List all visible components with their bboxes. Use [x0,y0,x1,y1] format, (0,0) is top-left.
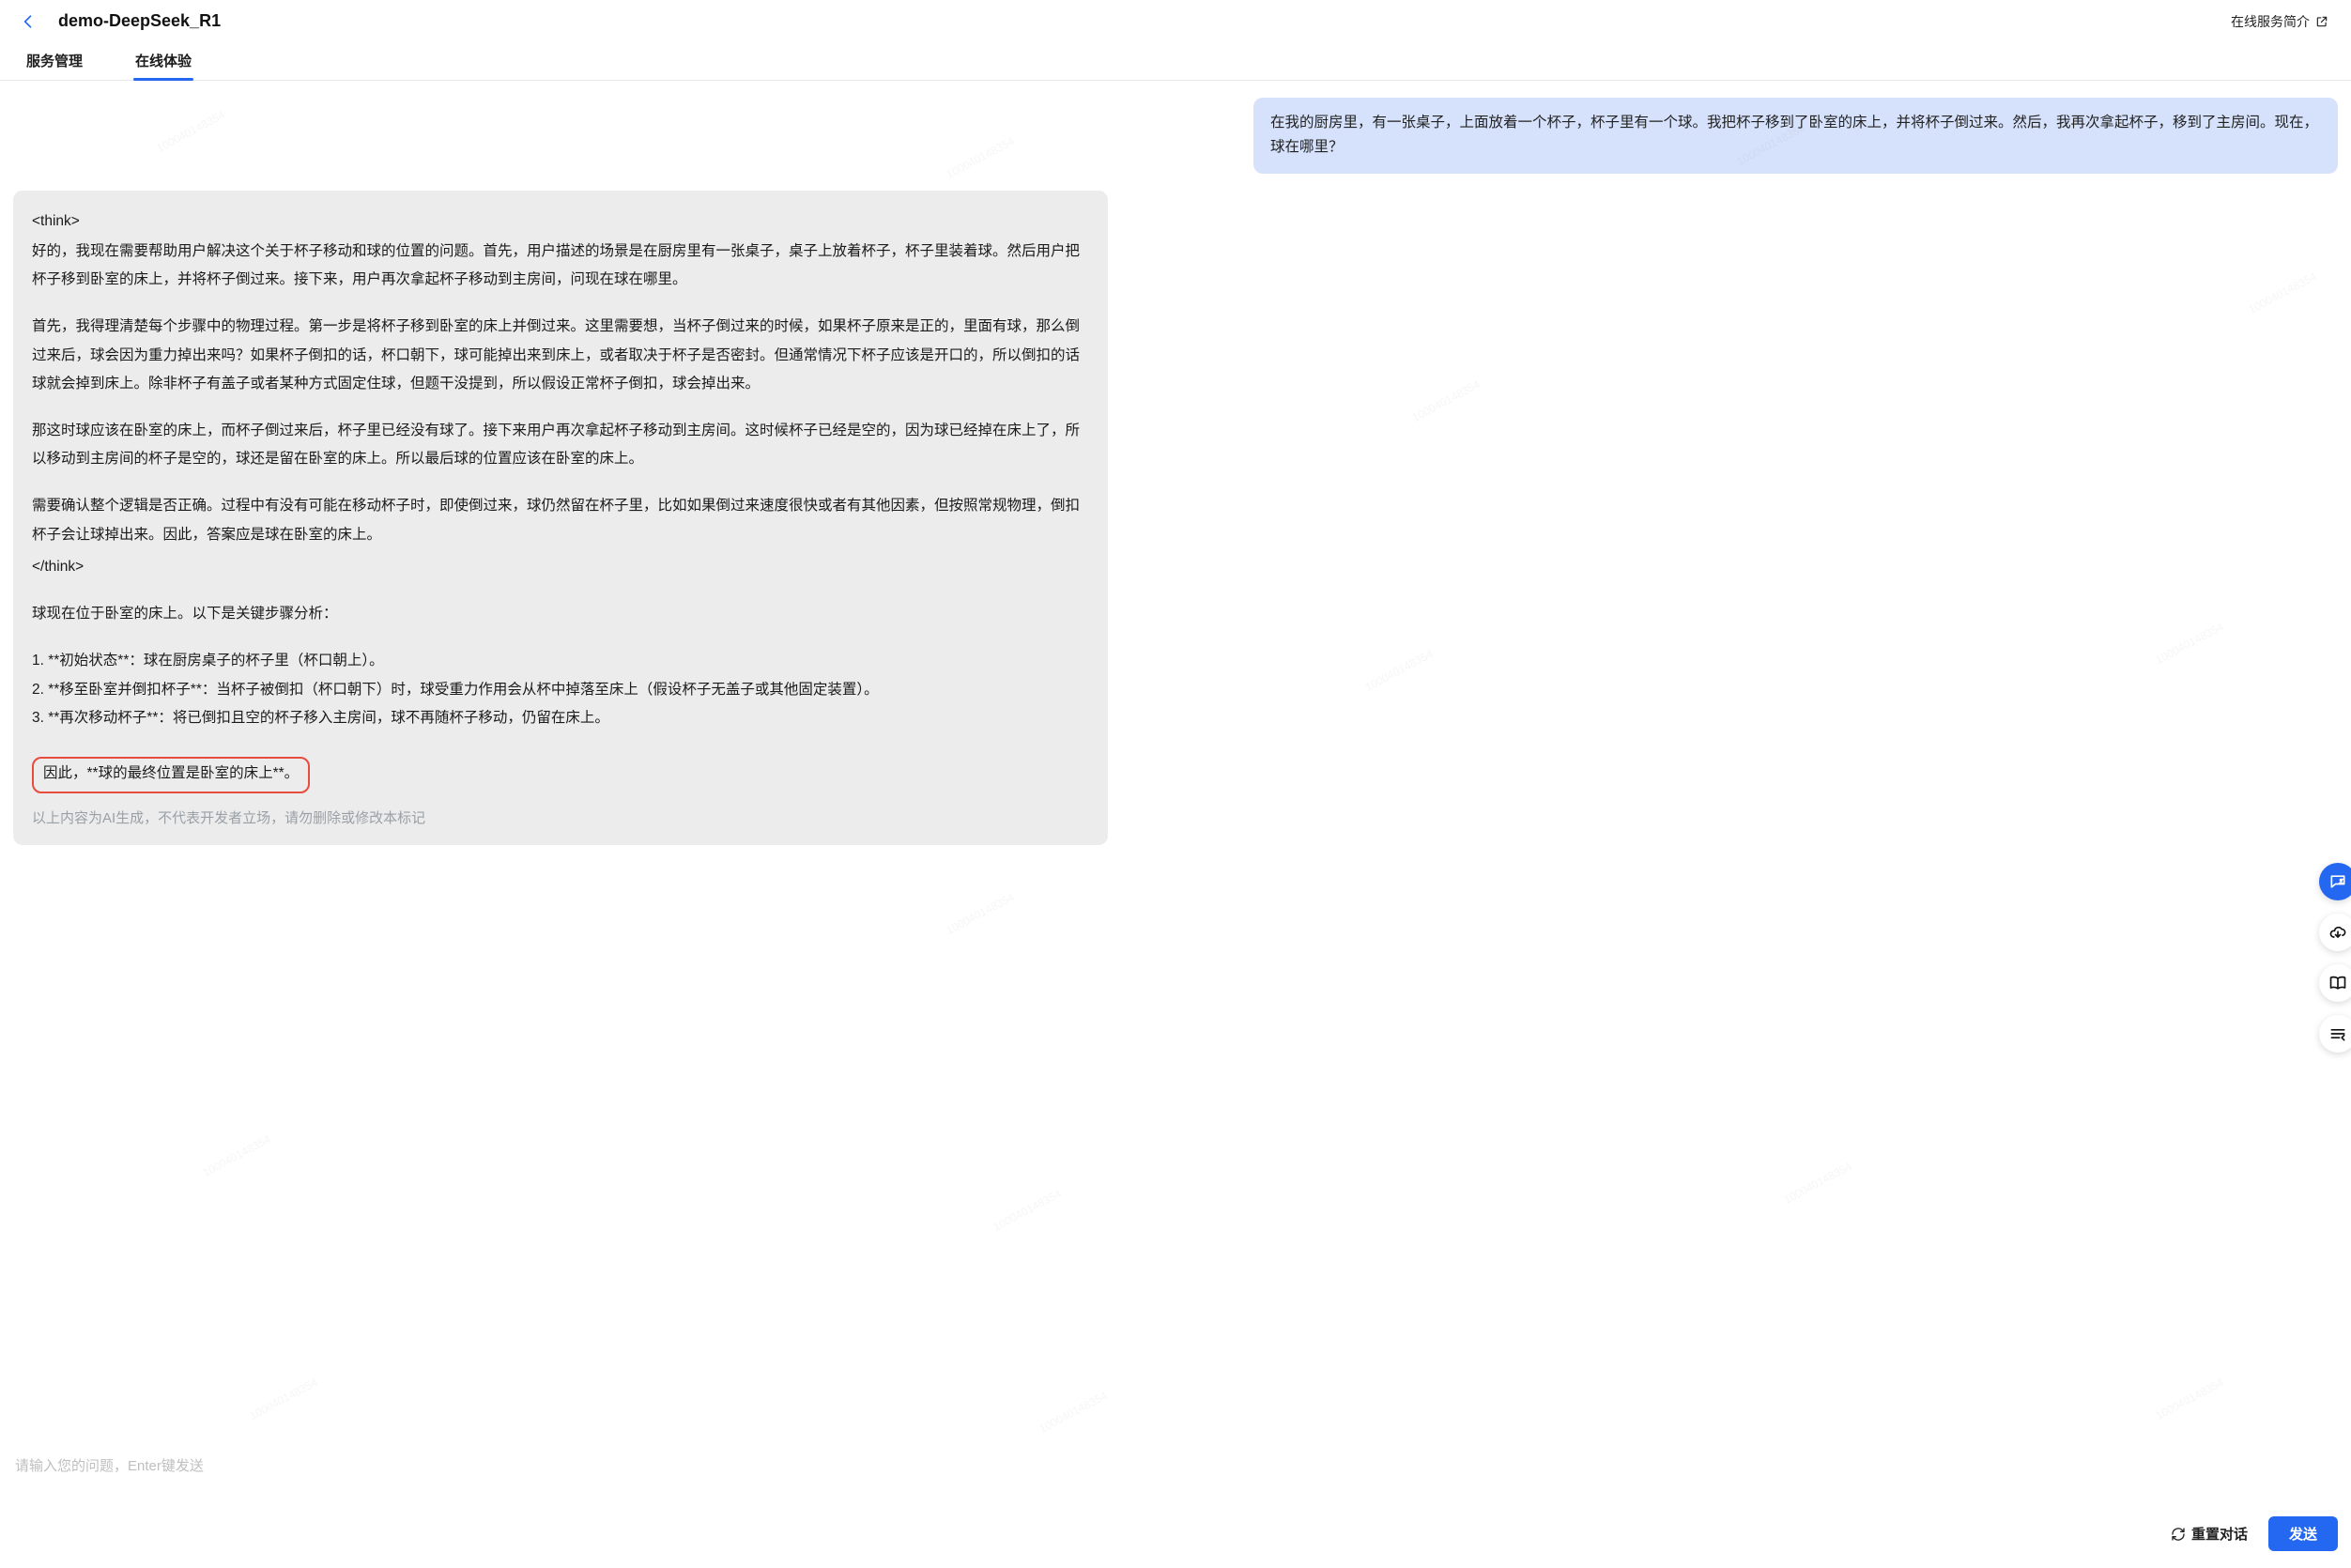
assistant-message: <think> 好的，我现在需要帮助用户解决这个关于杯子移动和球的位置的问题。首… [13,191,1108,845]
support-chat-button[interactable] [2319,863,2351,900]
page-header: demo-DeepSeek_R1 在线服务简介 [0,0,2351,43]
online-service-intro-link[interactable]: 在线服务简介 [2231,12,2328,31]
answer-steps: 1. **初始状态**：球在厨房桌子的杯子里（杯口朝上）。 2. **移至卧室并… [32,647,1089,732]
answer-intro: 球现在位于卧室的床上。以下是关键步骤分析： [32,600,1089,628]
refresh-icon [2171,1527,2186,1542]
user-message: 在我的厨房里，有一张桌子，上面放着一个杯子，杯子里有一个球。我把杯子移到了卧室的… [1253,98,2338,174]
header-link-label: 在线服务简介 [2231,12,2310,31]
tab-bar: 服务管理 在线体验 [0,43,2351,81]
answer-conclusion-highlight: 因此，**球的最终位置是卧室的床上**。 [32,757,310,793]
chat-scroll[interactable]: 100040148354 100040148354 100040148354 1… [13,98,2338,1446]
watermark: 100040148354 [991,1187,1063,1234]
reset-label: 重置对话 [2191,1524,2248,1544]
watermark: 100040148354 [200,1132,272,1179]
watermark: 100040148354 [247,1376,319,1422]
page-title: demo-DeepSeek_R1 [58,11,221,31]
ai-disclaimer: 以上内容为AI生成，不代表开发者立场，请勿删除或修改本标记 [32,805,1089,832]
answer-step: 1. **初始状态**：球在厨房桌子的杯子里（杯口朝上）。 [32,647,1089,675]
back-arrow-icon[interactable] [15,8,41,35]
think-paragraph: 那这时球应该在卧室的床上，而杯子倒过来后，杯子里已经没有球了。接下来用户再次拿起… [32,417,1089,473]
think-open-tag: <think> [32,208,1089,236]
prompt-input[interactable] [13,1450,2338,1506]
watermark: 100040148354 [1037,1389,1110,1436]
reset-conversation-button[interactable]: 重置对话 [2171,1524,2248,1544]
chat-pane: 100040148354 100040148354 100040148354 1… [0,81,2351,1568]
floating-action-column [2313,863,2351,1053]
menu-collapse-icon [2328,1024,2347,1043]
think-close-tag: </think> [32,553,1089,581]
external-link-icon [2315,15,2328,28]
answer-step: 3. **再次移动杯子**：将已倒扣且空的杯子移入主房间，球不再随杯子移动，仍留… [32,704,1089,732]
think-paragraph: 需要确认整个逻辑是否正确。过程中有没有可能在移动杯子时，即使倒过来，球仍然留在杯… [32,492,1089,548]
tab-online-experience[interactable]: 在线体验 [135,51,192,80]
watermark: 100040148354 [1781,1160,1853,1207]
answer-step: 2. **移至卧室并倒扣杯子**：当杯子被倒扣（杯口朝下）时，球受重力作用会从杯… [32,676,1089,704]
cloud-button[interactable] [2319,914,2351,951]
support-chat-icon [2328,872,2347,891]
watermark: 100040148354 [2153,1376,2225,1422]
think-paragraph: 好的，我现在需要帮助用户解决这个关于杯子移动和球的位置的问题。首先，用户描述的场… [32,238,1089,294]
cloud-icon [2328,923,2347,942]
chat-footer: 重置对话 发送 [13,1446,2338,1551]
watermark: 100040148354 [945,890,1017,937]
think-paragraph: 首先，我得理清楚每个步骤中的物理过程。第一步是将杯子移到卧室的床上并倒过来。这里… [32,313,1089,398]
menu-collapse-button[interactable] [2319,1015,2351,1053]
book-icon [2328,974,2347,992]
tab-service-management[interactable]: 服务管理 [26,51,83,80]
docs-button[interactable] [2319,964,2351,1002]
send-button[interactable]: 发送 [2268,1516,2338,1551]
